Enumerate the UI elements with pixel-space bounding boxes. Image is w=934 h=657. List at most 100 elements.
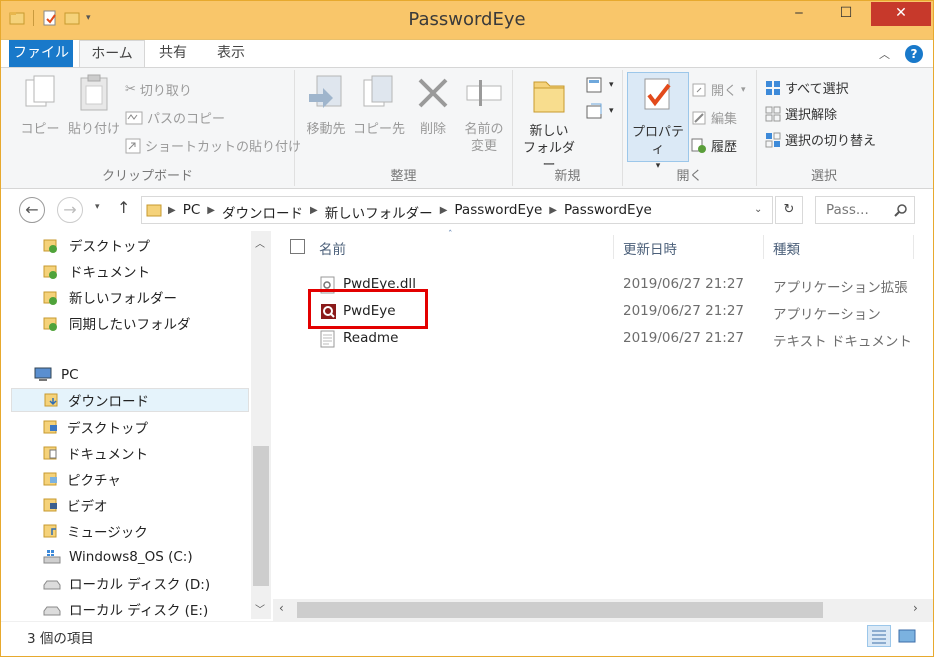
breadcrumb-item[interactable]: ダウンロード (222, 202, 303, 222)
large-icons-view-button[interactable] (895, 625, 919, 647)
nav-item-pc[interactable]: PC (33, 363, 79, 387)
tab-file[interactable]: ファイル (9, 40, 73, 68)
nav-item-pictures[interactable]: ピクチャ (43, 467, 121, 491)
move-to-button[interactable]: 移動先 (301, 74, 351, 138)
chevron-right-icon[interactable]: ▶ (310, 205, 318, 222)
column-header-name[interactable]: 名前 (319, 238, 346, 258)
column-divider[interactable] (913, 235, 914, 259)
search-icon (894, 204, 907, 217)
invert-selection-button[interactable]: 選択の切り替え (765, 130, 876, 149)
clipboard-group-label: クリップボード (101, 169, 193, 184)
chevron-right-icon[interactable]: ▶ (440, 205, 448, 222)
text-file-icon (320, 330, 335, 348)
copy-path-button[interactable]: パスのコピー (125, 108, 225, 127)
rename-button[interactable]: 名前の 変更 (459, 74, 509, 155)
copy-label: コピー (20, 122, 60, 137)
tab-view[interactable]: 表示 (205, 40, 257, 68)
select-all-label: すべて選択 (785, 82, 849, 97)
column-header-type[interactable]: 種類 (773, 238, 800, 258)
column-header-modified[interactable]: 更新日時 (623, 238, 677, 258)
chevron-down-icon[interactable]: ﹀ (255, 601, 265, 616)
paste-button[interactable]: 貼り付け (67, 74, 121, 138)
details-view-button[interactable] (867, 625, 891, 647)
paste-shortcut-button[interactable]: ショートカットの貼り付け (125, 136, 301, 155)
search-box[interactable]: Pass... (815, 196, 915, 224)
delete-button[interactable]: 削除 (411, 74, 455, 138)
properties-button[interactable]: プロパティ ▾ (627, 72, 689, 171)
tab-share[interactable]: 共有 (147, 40, 199, 68)
clipboard-icon (80, 74, 108, 111)
nav-item-favorite[interactable]: ドキュメント (43, 259, 150, 283)
nav-item-label: Windows8_OS (C:) (69, 549, 193, 565)
chevron-right-icon[interactable]: ▶ (549, 205, 557, 222)
help-icon[interactable]: ? (905, 45, 923, 63)
forward-button[interactable]: → (57, 197, 83, 223)
close-button[interactable]: ✕ (871, 2, 931, 26)
nav-item-music[interactable]: ミュージック (43, 519, 148, 543)
nav-item-label: 同期したいフォルダ (69, 317, 191, 333)
copy-button[interactable]: コピー (17, 74, 63, 138)
nav-item-desktop[interactable]: デスクトップ (43, 415, 148, 439)
rename-label-line1: 名前の (464, 122, 504, 137)
copy-to-button[interactable]: コピー先 (353, 74, 405, 138)
copy-to-label: コピー先 (353, 122, 406, 137)
minimize-button[interactable]: ‒ (785, 2, 813, 26)
select-none-button[interactable]: 選択解除 (765, 104, 837, 123)
chevron-right-icon[interactable]: ▶ (207, 205, 215, 222)
drive-icon (43, 580, 61, 590)
history-label: 履歴 (711, 140, 738, 155)
copy-path-icon (125, 111, 143, 124)
computer-icon (34, 367, 52, 381)
ribbon-tabs: ファイル ホーム 共有 表示 ︿ ? (1, 39, 933, 68)
nav-item-drive-d[interactable]: ローカル ディスク (D:) (43, 571, 210, 595)
breadcrumb-item[interactable]: PasswordEye (564, 202, 652, 222)
nav-item-drive-e[interactable]: ローカル ディスク (E:) (43, 597, 208, 621)
history-button[interactable]: 履歴 (691, 136, 737, 155)
nav-item-documents[interactable]: ドキュメント (43, 441, 148, 465)
chevron-up-icon[interactable]: ︿ (255, 235, 265, 250)
easy-access-button[interactable]: ▾ (585, 102, 614, 120)
back-button[interactable]: ← (19, 197, 45, 223)
pictures-folder-icon (43, 472, 57, 486)
horizontal-scrollbar[interactable]: ‹ › (273, 599, 933, 621)
horizontal-scrollbar-thumb[interactable] (297, 602, 823, 618)
nav-item-drive-c[interactable]: Windows8_OS (C:) (43, 545, 193, 569)
rename-icon (466, 80, 502, 106)
chevron-up-icon[interactable]: ︿ (879, 46, 890, 62)
maximize-button[interactable]: ☐ (827, 2, 865, 26)
nav-item-favorite[interactable]: デスクトップ (43, 233, 150, 257)
open-group: プロパティ ▾ 開く ▾ 編集 履歴 開く (623, 70, 757, 186)
new-folder-button[interactable]: 新しい フォルダー (517, 74, 581, 174)
cut-button[interactable]: ✂ 切り取り (125, 80, 192, 99)
nav-scrollbar[interactable]: ︿ ﹀ (251, 231, 271, 619)
column-divider[interactable] (613, 235, 614, 259)
select-all-checkbox[interactable] (290, 239, 305, 254)
column-divider[interactable] (763, 235, 764, 259)
breadcrumb-item[interactable]: 新しいフォルダー (325, 202, 433, 222)
new-folder-label-line1: 新しい (529, 124, 569, 139)
file-row[interactable]: Readme 2019/06/27 21:27 テキスト ドキュメント (313, 327, 933, 351)
windows-drive-icon (43, 550, 61, 564)
up-button[interactable]: ↑ (117, 198, 130, 217)
nav-scrollbar-thumb[interactable] (253, 446, 269, 586)
nav-item-favorite[interactable]: 同期したいフォルダ (43, 311, 191, 335)
breadcrumb-item[interactable]: PC (183, 202, 201, 222)
nav-item-downloads[interactable]: ダウンロード (11, 388, 249, 412)
new-item-button[interactable]: ▾ (585, 76, 614, 94)
edit-button[interactable]: 編集 (691, 108, 737, 127)
nav-item-favorite[interactable]: 新しいフォルダー (43, 285, 177, 309)
refresh-button[interactable]: ↻ (775, 196, 803, 224)
move-to-icon (309, 75, 342, 108)
breadcrumb-item[interactable]: PasswordEye (454, 202, 542, 222)
nav-item-videos[interactable]: ビデオ (43, 493, 108, 517)
open-button[interactable]: 開く ▾ (691, 80, 746, 99)
search-input[interactable]: Pass... (826, 202, 869, 218)
address-dropdown-icon[interactable]: ⌄ (754, 204, 762, 215)
address-bar[interactable]: ▶ PC ▶ ダウンロード ▶ 新しいフォルダー ▶ PasswordEye ▶… (141, 196, 773, 224)
tab-home[interactable]: ホーム (79, 40, 145, 68)
select-all-button[interactable]: すべて選択 (765, 78, 849, 97)
recent-locations-dropdown-icon[interactable]: ▾ (95, 202, 100, 212)
chevron-left-icon[interactable]: ‹ (279, 601, 284, 615)
nav-item-label: ビデオ (67, 499, 108, 515)
chevron-right-icon[interactable]: › (913, 601, 918, 615)
